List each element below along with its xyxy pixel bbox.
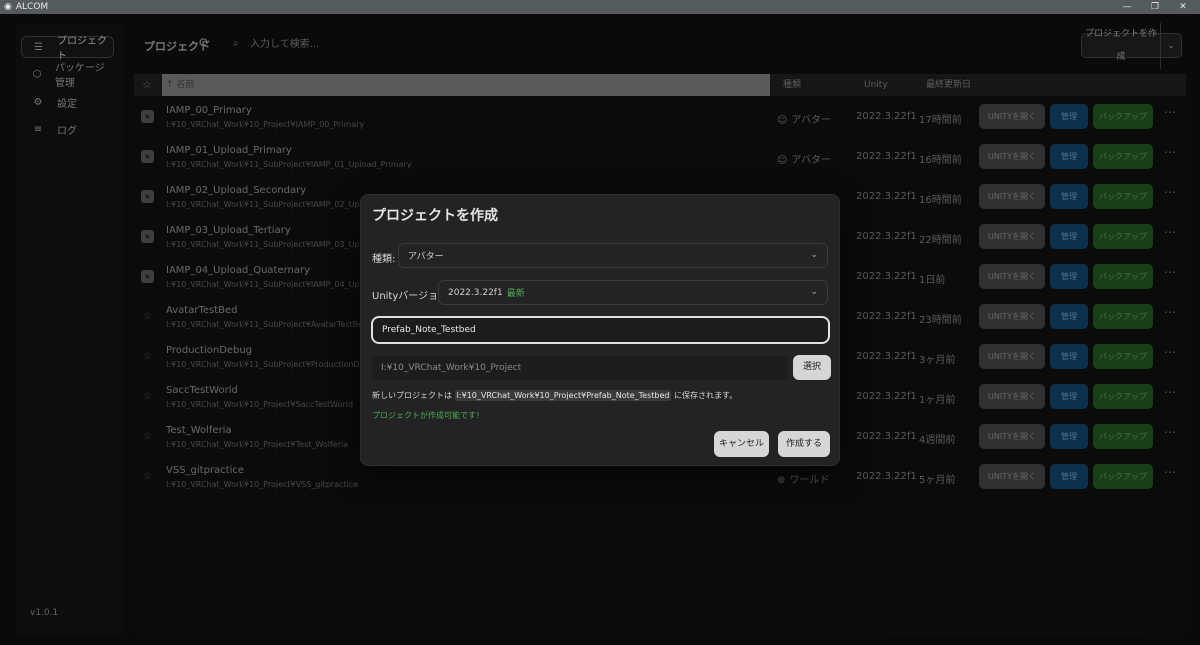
project-name-input[interactable] — [371, 316, 830, 344]
select-location-button[interactable]: 選択 — [793, 355, 831, 380]
type-label: 種類: — [372, 254, 396, 265]
create-button[interactable]: 作成する — [778, 431, 830, 457]
maximize-button[interactable]: ❐ — [1142, 0, 1168, 14]
status-message: プロジェクトが作成可能です！ — [372, 411, 484, 420]
save-location-text: 新しいプロジェクトは I:¥10_VRChat_Work¥10_Project¥… — [372, 390, 737, 401]
save-suffix: に保存されます。 — [674, 391, 738, 400]
minimize-button[interactable]: — — [1114, 0, 1140, 14]
window-titlebar: ◉ ALCOM — [0, 0, 1200, 14]
app-logo-icon: ◉ — [4, 2, 12, 12]
close-window-button[interactable]: ✕ — [1170, 0, 1196, 14]
save-prefix: 新しいプロジェクトは — [372, 391, 452, 400]
dialog-title: プロジェクトを作成 — [372, 208, 498, 224]
chevron-down-icon: ⌄ — [810, 250, 818, 260]
window-title: ALCOM — [15, 2, 49, 12]
chevron-down-icon: ⌄ — [810, 287, 818, 297]
create-project-dialog: プロジェクトを作成 種類: アバター ⌄ Unityバージョン: 2022.3.… — [360, 194, 840, 466]
type-select[interactable]: アバター ⌄ — [398, 243, 828, 268]
type-select-value: アバター — [408, 252, 444, 262]
unity-version-select[interactable]: 2022.3.22f1 最新 ⌄ — [438, 280, 828, 305]
save-path: I:¥10_VRChat_Work¥10_Project¥Prefab_Note… — [454, 390, 672, 401]
latest-badge: 最新 — [506, 289, 525, 299]
cancel-button[interactable]: キャンセル — [714, 431, 769, 457]
unity-version-value: 2022.3.22f1 — [448, 287, 503, 298]
location-field[interactable]: I:¥10_VRChat_Work¥10_Project — [372, 356, 788, 380]
